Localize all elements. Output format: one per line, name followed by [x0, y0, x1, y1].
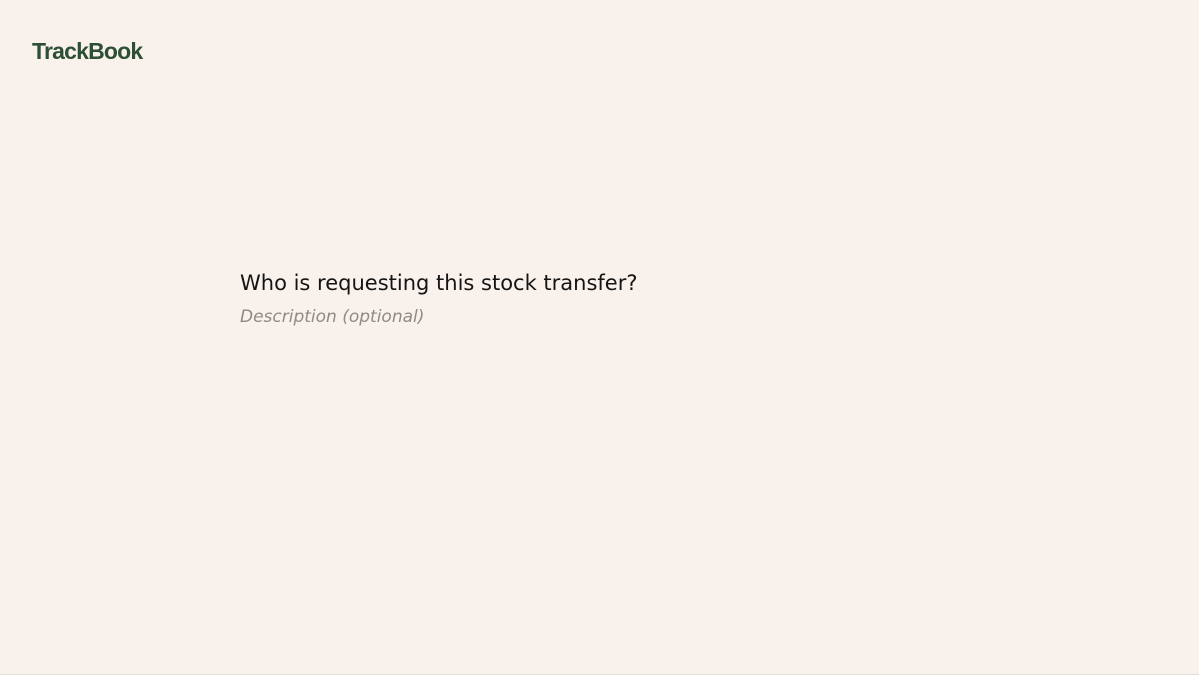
question-title: Who is requesting this stock transfer? [240, 271, 638, 295]
question-block: Who is requesting this stock transfer? [240, 268, 960, 330]
description-input[interactable] [240, 304, 800, 330]
trackbook-logo[interactable]: TrackBook [32, 36, 143, 66]
